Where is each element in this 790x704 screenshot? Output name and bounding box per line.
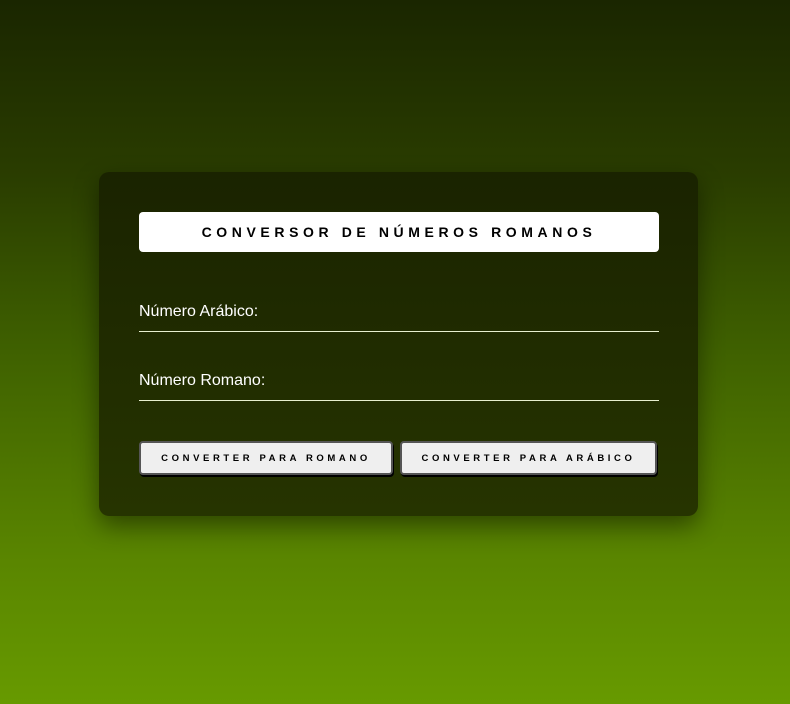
- converter-card: CONVERSOR DE NÚMEROS ROMANOS Número Aráb…: [99, 172, 698, 516]
- arabic-number-input[interactable]: Número Arábico:: [139, 301, 659, 332]
- roman-number-input[interactable]: Número Romano:: [139, 370, 659, 401]
- roman-number-label: Número Romano:: [139, 372, 266, 389]
- convert-to-arabic-button[interactable]: CONVERTER PARA ARÁBICO: [400, 441, 657, 475]
- arabic-number-label: Número Arábico:: [139, 303, 259, 320]
- convert-to-roman-button[interactable]: CONVERTER PARA ROMANO: [139, 441, 393, 475]
- page-title: CONVERSOR DE NÚMEROS ROMANOS: [139, 212, 659, 252]
